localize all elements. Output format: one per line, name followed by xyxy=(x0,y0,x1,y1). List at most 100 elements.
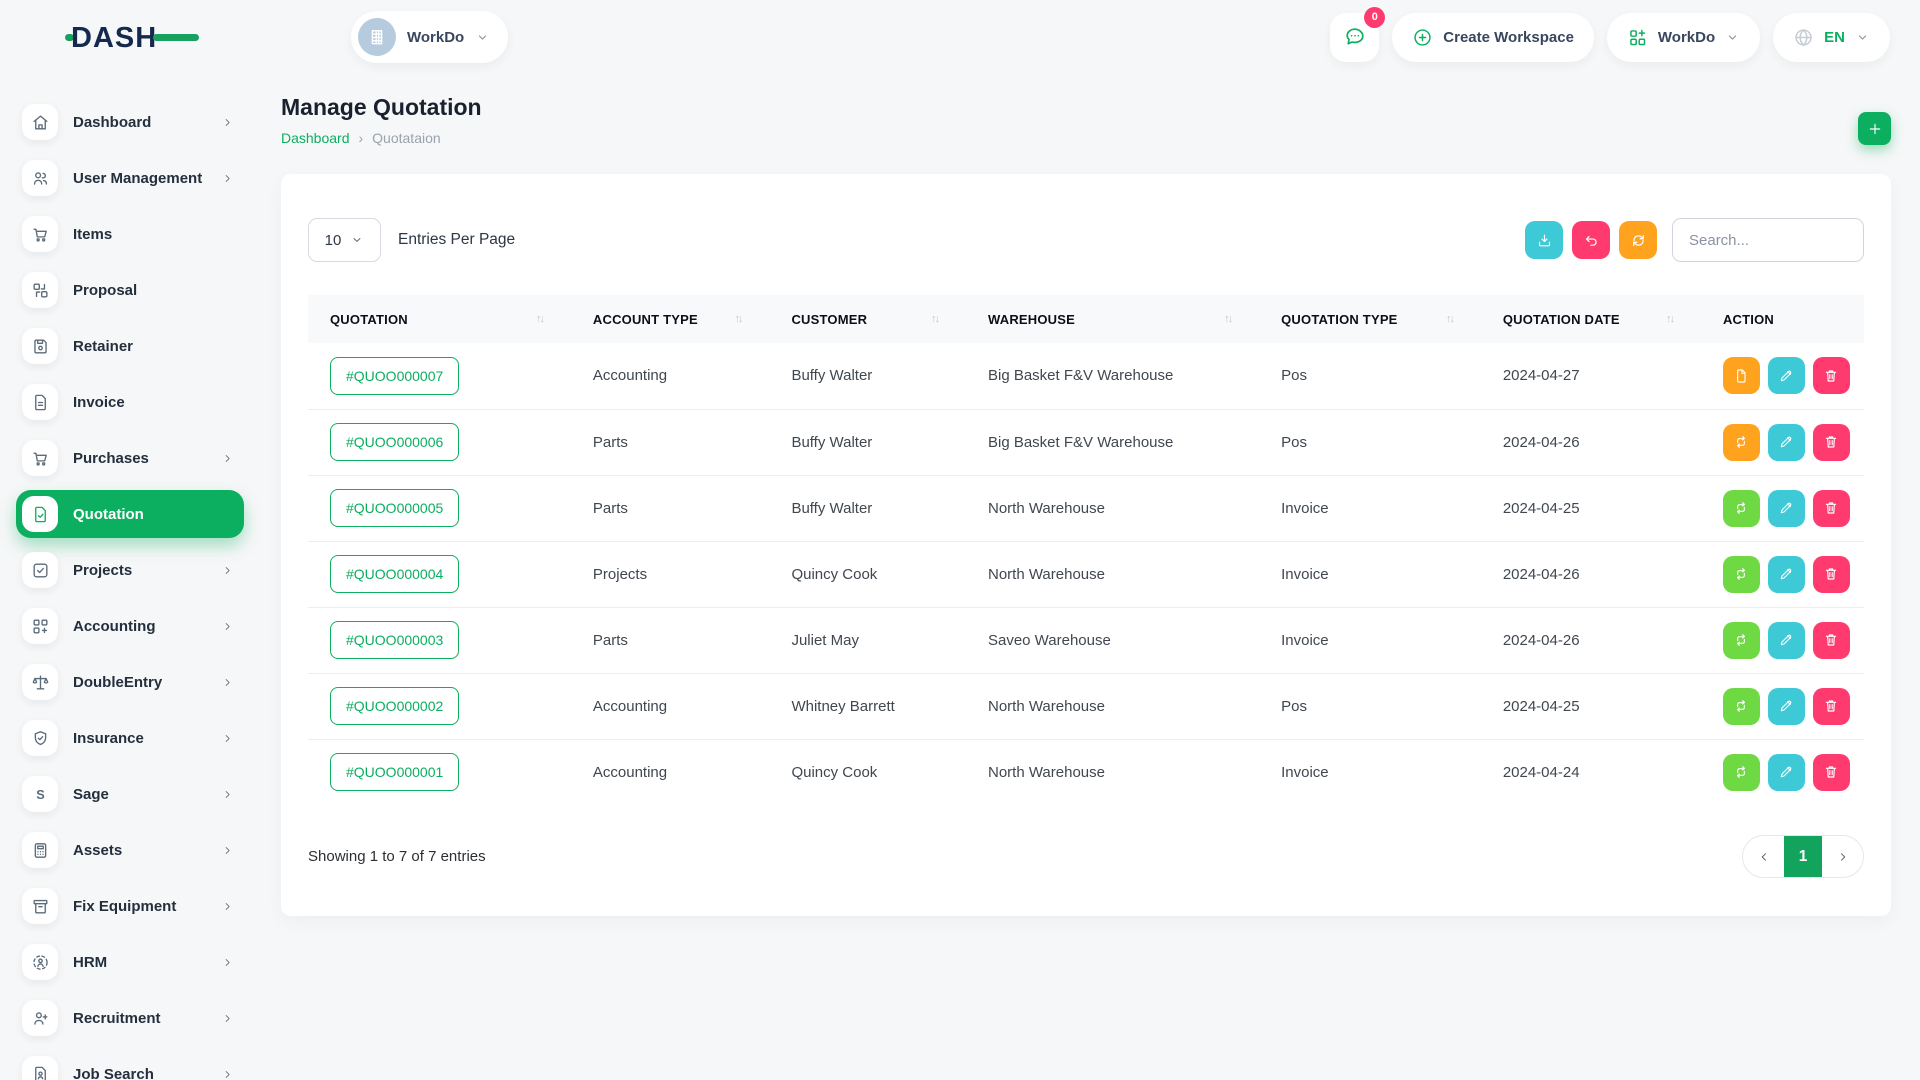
sidebar-item-label: Assets xyxy=(73,842,206,859)
sidebar-item-insurance[interactable]: Insurance xyxy=(16,714,244,762)
sidebar-item-label: DoubleEntry xyxy=(73,674,206,691)
pencil-action-button[interactable] xyxy=(1768,556,1805,593)
chevron-right-icon xyxy=(221,452,234,465)
column-header-quotation[interactable]: QUOTATION↑↓ xyxy=(308,295,571,343)
quotation-date-cell: 2024-04-26 xyxy=(1481,541,1701,607)
column-header-quotation-type[interactable]: QUOTATION TYPE↑↓ xyxy=(1259,295,1481,343)
create-quotation-button[interactable] xyxy=(1858,112,1891,145)
chevron-right-icon xyxy=(1836,850,1850,864)
pencil-action-button[interactable] xyxy=(1768,424,1805,461)
column-header-account-type[interactable]: ACCOUNT TYPE↑↓ xyxy=(571,295,770,343)
chat-count-badge: 0 xyxy=(1364,7,1385,28)
quotation-number-badge[interactable]: #QUOO000004 xyxy=(330,555,459,593)
repeat-action-button[interactable] xyxy=(1723,490,1760,527)
pencil-action-button[interactable] xyxy=(1768,490,1805,527)
column-header-warehouse[interactable]: WAREHOUSE↑↓ xyxy=(966,295,1259,343)
quotation-type-cell: Pos xyxy=(1259,673,1481,739)
breadcrumb: Dashboard › Quotataion xyxy=(281,130,482,146)
breadcrumb-current: Quotataion xyxy=(372,130,441,146)
sidebar-item-projects[interactable]: Projects xyxy=(16,546,244,594)
pencil-icon xyxy=(1778,698,1794,714)
sidebar-item-doubleentry[interactable]: DoubleEntry xyxy=(16,658,244,706)
trash-action-button[interactable] xyxy=(1813,424,1850,461)
plus-icon xyxy=(1867,121,1883,137)
quotation-number-badge[interactable]: #QUOO000002 xyxy=(330,687,459,725)
repeat-icon xyxy=(1733,500,1749,516)
entries-per-page-select[interactable]: 10 xyxy=(308,218,381,262)
pencil-action-button[interactable] xyxy=(1768,357,1805,394)
sidebar-item-purchases[interactable]: Purchases xyxy=(16,434,244,482)
quotation-number-badge[interactable]: #QUOO000005 xyxy=(330,489,459,527)
pencil-action-button[interactable] xyxy=(1768,754,1805,791)
search-input[interactable] xyxy=(1672,218,1864,262)
refresh-button[interactable] xyxy=(1619,221,1657,259)
file-icon xyxy=(1733,368,1749,384)
column-header-customer[interactable]: CUSTOMER↑↓ xyxy=(769,295,966,343)
workspace-switcher[interactable]: WorkDo xyxy=(351,11,508,63)
customer-cell: Buffy Walter xyxy=(769,409,966,475)
sidebar-item-sage[interactable]: S Sage xyxy=(16,770,244,818)
pagination-prev-button[interactable] xyxy=(1743,836,1784,877)
sort-icon[interactable]: ↑↓ xyxy=(734,313,755,325)
chevron-right-icon xyxy=(221,956,234,969)
app-switcher-button[interactable]: WorkDo xyxy=(1607,13,1760,62)
pencil-action-button[interactable] xyxy=(1768,688,1805,725)
language-selector[interactable]: EN xyxy=(1773,13,1890,62)
sidebar-item-label: Invoice xyxy=(73,394,206,411)
sort-icon[interactable]: ↑↓ xyxy=(931,313,952,325)
sidebar-item-accounting[interactable]: Accounting xyxy=(16,602,244,650)
sidebar-item-items[interactable]: Items xyxy=(16,210,244,258)
quotation-number-badge[interactable]: #QUOO000007 xyxy=(330,357,459,395)
undo-button[interactable] xyxy=(1572,221,1610,259)
create-workspace-button[interactable]: Create Workspace xyxy=(1392,13,1594,62)
customer-cell: Buffy Walter xyxy=(769,343,966,409)
sidebar-item-dashboard[interactable]: Dashboard xyxy=(16,98,244,146)
sidebar-item-invoice[interactable]: Invoice xyxy=(16,378,244,426)
trash-action-button[interactable] xyxy=(1813,622,1850,659)
trash-icon xyxy=(1823,632,1839,648)
pagination-page-1-button[interactable]: 1 xyxy=(1784,836,1822,877)
sidebar-item-recruitment[interactable]: Recruitment xyxy=(16,994,244,1042)
trash-action-button[interactable] xyxy=(1813,357,1850,394)
sidebar-item-job-search[interactable]: Job Search xyxy=(16,1050,244,1080)
repeat-action-button[interactable] xyxy=(1723,622,1760,659)
export-download-button[interactable] xyxy=(1525,221,1563,259)
grid-plus-icon xyxy=(22,608,58,644)
repeat-action-button[interactable] xyxy=(1723,556,1760,593)
pencil-icon xyxy=(1778,434,1794,450)
quotation-number-badge[interactable]: #QUOO000003 xyxy=(330,621,459,659)
repeat-action-button[interactable] xyxy=(1723,754,1760,791)
quotation-number-badge[interactable]: #QUOO000006 xyxy=(330,423,459,461)
sidebar-item-user-management[interactable]: User Management xyxy=(16,154,244,202)
sidebar-item-assets[interactable]: Assets xyxy=(16,826,244,874)
sidebar-item-label: Accounting xyxy=(73,618,206,635)
sidebar-item-quotation[interactable]: Quotation xyxy=(16,490,244,538)
repeat-action-button[interactable] xyxy=(1723,424,1760,461)
file-action-button[interactable] xyxy=(1723,357,1760,394)
account-type-cell: Accounting xyxy=(571,343,770,409)
workspace-avatar xyxy=(358,18,396,56)
sort-icon[interactable]: ↑↓ xyxy=(536,313,557,325)
chevron-right-icon xyxy=(221,116,234,129)
repeat-action-button[interactable] xyxy=(1723,688,1760,725)
quotation-number-badge[interactable]: #QUOO000001 xyxy=(330,753,459,791)
pagination-next-button[interactable] xyxy=(1822,836,1863,877)
sort-icon[interactable]: ↑↓ xyxy=(1446,313,1467,325)
breadcrumb-dashboard-link[interactable]: Dashboard xyxy=(281,130,350,146)
sidebar-item-fix-equipment[interactable]: Fix Equipment xyxy=(16,882,244,930)
sort-icon[interactable]: ↑↓ xyxy=(1224,313,1245,325)
chevron-right-icon xyxy=(221,564,234,577)
sidebar-item-proposal[interactable]: Proposal xyxy=(16,266,244,314)
trash-action-button[interactable] xyxy=(1813,490,1850,527)
column-header-quotation-date[interactable]: QUOTATION DATE↑↓ xyxy=(1481,295,1701,343)
trash-action-button[interactable] xyxy=(1813,688,1850,725)
messages-button[interactable]: 0 xyxy=(1330,13,1379,62)
sort-icon[interactable]: ↑↓ xyxy=(1666,313,1687,325)
pencil-action-button[interactable] xyxy=(1768,622,1805,659)
warehouse-cell: Saveo Warehouse xyxy=(966,607,1259,673)
trash-icon xyxy=(1823,764,1839,780)
sidebar-item-hrm[interactable]: HRM xyxy=(16,938,244,986)
trash-action-button[interactable] xyxy=(1813,556,1850,593)
trash-action-button[interactable] xyxy=(1813,754,1850,791)
sidebar-item-retainer[interactable]: Retainer xyxy=(16,322,244,370)
